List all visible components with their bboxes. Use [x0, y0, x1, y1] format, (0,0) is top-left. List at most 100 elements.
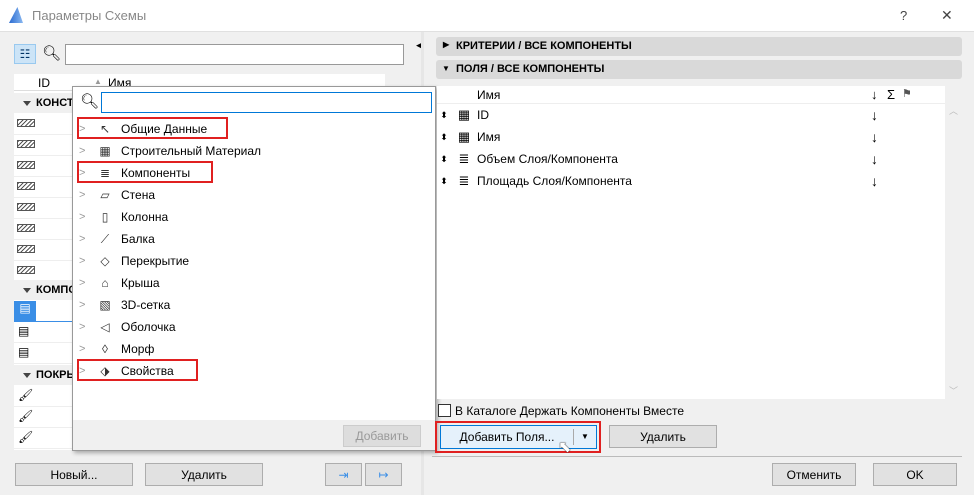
- popup-item[interactable]: > ◊ Морф: [79, 339, 154, 359]
- column-name[interactable]: Имя: [477, 88, 500, 102]
- scroll-down-icon[interactable]: ﹀: [949, 384, 958, 397]
- composite-icon: [17, 245, 35, 253]
- chevron-right-icon[interactable]: >: [79, 299, 93, 311]
- chevron-right-icon[interactable]: >: [79, 321, 93, 333]
- mouse-cursor-icon: ⬉: [558, 439, 572, 456]
- help-button[interactable]: ?: [900, 8, 907, 23]
- chevron-right-icon[interactable]: >: [79, 277, 93, 289]
- dropdown-arrow-icon[interactable]: ▼: [573, 429, 589, 445]
- chevron-right-icon[interactable]: >: [79, 189, 93, 201]
- field-type-icon: ≣: [458, 173, 470, 188]
- keep-together-label: В Каталоге Держать Компоненты Вместе: [455, 404, 684, 418]
- popup-item[interactable]: > ▦ Строительный Материал: [79, 141, 261, 161]
- category-icon: ▱: [100, 188, 110, 202]
- popup-item-label: Крыша: [121, 276, 160, 290]
- scrollbar[interactable]: ︿ ﹀: [945, 104, 962, 399]
- sort-icon[interactable]: ↓: [871, 129, 878, 145]
- sort-asc-icon: ▲: [94, 77, 102, 86]
- brush-icon: 🖌︎: [18, 430, 34, 444]
- chevron-right-icon[interactable]: >: [79, 255, 93, 267]
- delete-scheme-button[interactable]: Удалить: [145, 463, 263, 486]
- composite-icon: [17, 224, 35, 232]
- popup-item-label: Колонна: [121, 210, 169, 224]
- category-icon: ◁: [100, 320, 110, 334]
- popup-item-label: Стена: [121, 188, 156, 202]
- field-name: ID: [477, 108, 489, 122]
- import-icon[interactable]: ⇥: [325, 463, 362, 486]
- field-row[interactable]: ⬍ ▦ Имя ↓: [437, 126, 945, 148]
- chevron-right-icon[interactable]: >: [79, 211, 93, 223]
- popup-search-input[interactable]: [101, 92, 432, 113]
- field-name: Объем Слоя/Компонента: [477, 152, 618, 166]
- popup-item-label: Перекрытие: [121, 254, 190, 268]
- composite-icon: [17, 266, 35, 274]
- field-row[interactable]: ⬍ ≣ Объем Слоя/Компонента ↓: [437, 148, 945, 170]
- export-icon[interactable]: ↦: [365, 463, 402, 486]
- add-fields-button[interactable]: Добавить Поля... ▼: [440, 425, 597, 449]
- fields-section-title: ПОЛЯ / ВСЕ КОМПОНЕНТЫ: [456, 63, 605, 75]
- popup-item[interactable]: > ▱ Стена: [79, 185, 155, 205]
- category-icon: ▦: [99, 144, 111, 158]
- popup-item[interactable]: > ▯ Колонна: [79, 207, 168, 227]
- category-icon: ◇: [100, 254, 110, 268]
- field-row[interactable]: ⬍ ▦ ID ↓: [437, 104, 945, 126]
- drag-handle-icon[interactable]: ⬍: [437, 176, 451, 187]
- sort-column-icon[interactable]: ↓: [871, 87, 878, 102]
- composite-icon: [17, 182, 35, 190]
- ok-button[interactable]: OK: [873, 463, 957, 486]
- divider: [432, 456, 962, 457]
- criteria-section-header[interactable]: ▶ КРИТЕРИИ / ВСЕ КОМПОНЕНТЫ: [436, 37, 962, 56]
- search-icon: 🔍︎: [80, 93, 100, 110]
- caret-down-icon: ▼: [442, 64, 450, 73]
- search-icon: 🔍︎: [42, 45, 62, 62]
- title-bar: Параметры Схемы ? ✕: [0, 0, 974, 32]
- caret-right-icon: ▶: [443, 40, 450, 49]
- chevron-right-icon[interactable]: >: [79, 343, 93, 355]
- sort-icon[interactable]: ↓: [871, 173, 878, 189]
- popup-item[interactable]: > ◇ Перекрытие: [79, 251, 189, 271]
- chevron-right-icon[interactable]: >: [79, 145, 93, 157]
- popup-item[interactable]: > ◁ Оболочка: [79, 317, 176, 337]
- scroll-up-icon[interactable]: ︿: [949, 104, 958, 117]
- brush-icon: 🖌︎: [18, 388, 34, 402]
- brick-icon: ▤: [14, 301, 36, 321]
- brick-icon: ▤: [18, 324, 30, 338]
- brick-icon: ▤: [18, 345, 30, 359]
- highlight-box: [77, 359, 199, 381]
- close-button[interactable]: ✕: [941, 7, 953, 24]
- popup-item-label: Балка: [121, 232, 155, 246]
- flag-column-icon[interactable]: ⚑: [902, 87, 912, 100]
- field-type-icon: ≣: [458, 151, 470, 166]
- cancel-button[interactable]: Отменить: [772, 463, 856, 486]
- composite-icon: [17, 161, 35, 169]
- chevron-right-icon[interactable]: >: [79, 233, 93, 245]
- add-fields-label[interactable]: Добавить Поля...: [441, 430, 573, 444]
- sort-icon[interactable]: ↓: [871, 151, 878, 167]
- field-row[interactable]: ⬍ ≣ Площадь Слоя/Компонента ↓: [437, 170, 945, 192]
- field-name: Площадь Слоя/Компонента: [477, 174, 632, 188]
- delete-field-button[interactable]: Удалить: [609, 425, 717, 448]
- popup-item[interactable]: > ⟋ Балка: [79, 229, 155, 249]
- sum-column-icon[interactable]: Σ: [887, 87, 895, 102]
- popup-add-button: Добавить: [343, 425, 421, 447]
- popup-item[interactable]: > ▧ 3D-сетка: [79, 295, 170, 315]
- popup-item[interactable]: > ⌂ Крыша: [79, 273, 160, 293]
- drag-handle-icon[interactable]: ⬍: [437, 154, 451, 165]
- add-fields-popup: 🔍︎ > ↖ Общие Данные > ▦ Строительный Материал…: [72, 86, 436, 451]
- brush-icon: 🖌︎: [18, 409, 34, 423]
- composite-icon: [17, 119, 35, 127]
- field-type-icon: ▦: [457, 129, 471, 144]
- drag-handle-icon[interactable]: ⬍: [437, 132, 451, 143]
- fields-list-header: Имя ↓ Σ ⚑: [437, 86, 945, 104]
- sort-icon[interactable]: ↓: [871, 107, 878, 123]
- left-search-input[interactable]: [65, 44, 404, 65]
- drag-handle-icon[interactable]: ⬍: [437, 110, 451, 121]
- highlight-box: [77, 161, 213, 183]
- field-type-icon: ▦: [457, 107, 471, 122]
- tree-view-toggle-icon[interactable]: ☷: [14, 44, 36, 64]
- keep-together-checkbox[interactable]: [438, 404, 451, 417]
- fields-section-header[interactable]: ▼ ПОЛЯ / ВСЕ КОМПОНЕНТЫ: [436, 60, 962, 79]
- new-button[interactable]: Новый...: [15, 463, 133, 486]
- popup-footer: Добавить: [73, 420, 435, 450]
- column-id[interactable]: ID: [38, 76, 50, 90]
